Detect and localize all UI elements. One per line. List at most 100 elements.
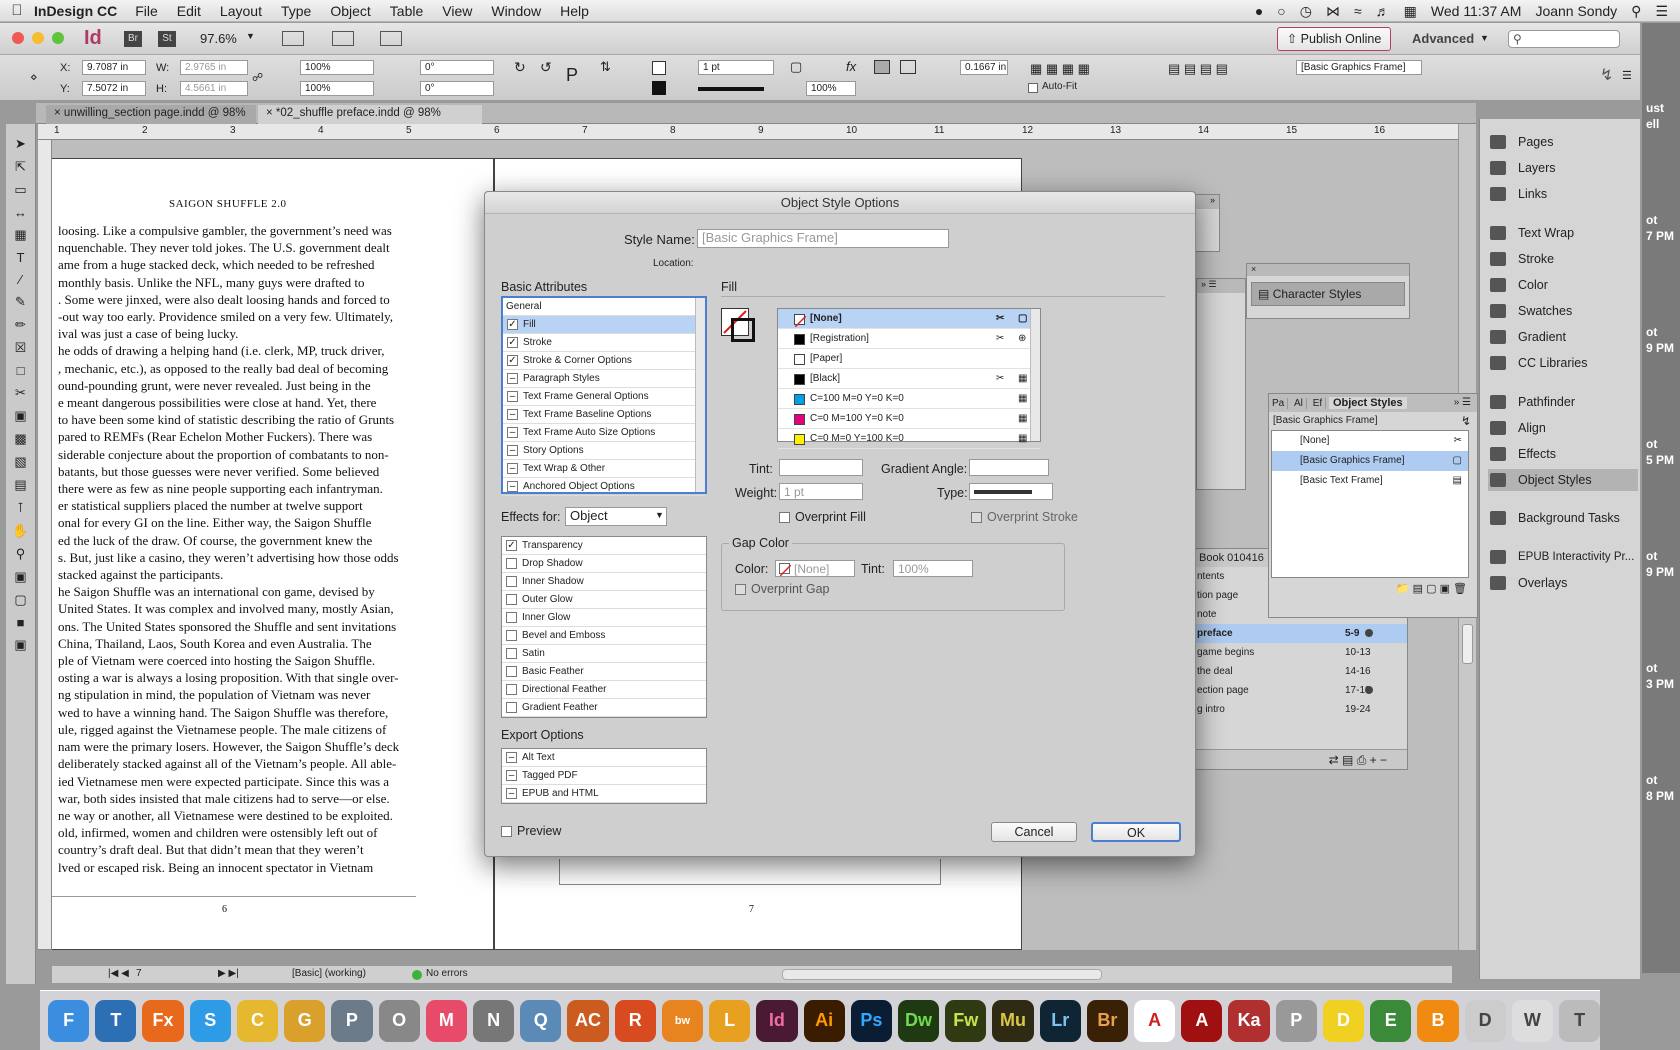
page-navigation-icons[interactable]: |◀ ◀: [108, 968, 129, 979]
object-styles-footer-icons[interactable]: 📁 ▤ ▢ ▣ 🗑: [1269, 578, 1477, 598]
photoshop-dock-icon[interactable]: Ps: [850, 999, 892, 1042]
menu-window[interactable]: Window: [491, 3, 541, 19]
cc-libraries-panel-button[interactable]: CC Libraries: [1488, 352, 1638, 374]
pen-tool-icon[interactable]: ✎: [15, 294, 26, 310]
wifi-icon[interactable]: ≈: [1354, 3, 1362, 19]
gimp-icon[interactable]: G: [284, 999, 326, 1042]
attribute-text-frame-general[interactable]: – Text Frame General Options: [503, 388, 705, 406]
zoom-dropdown-icon[interactable]: ▼: [246, 31, 255, 41]
overprint-fill-checkbox[interactable]: [779, 512, 790, 523]
body-text-frame[interactable]: loosing. Like a compulsive gambler, the …: [58, 222, 399, 876]
ok-button[interactable]: OK: [1091, 822, 1181, 842]
export-checkbox[interactable]: –: [506, 752, 517, 763]
quicktime-icon[interactable]: Q: [520, 999, 562, 1042]
panel-menu-icon[interactable]: ☰: [1622, 69, 1632, 82]
fit-frame-icon[interactable]: [900, 60, 916, 74]
export-alt-text[interactable]: – Alt Text: [502, 749, 706, 767]
page-number-field[interactable]: 7: [136, 968, 142, 979]
content-collector-icon[interactable]: ▦: [14, 227, 26, 243]
finder-icon[interactable]: F: [48, 999, 90, 1042]
swatch-black[interactable]: [Black] ✂ ▦: [778, 369, 1040, 389]
scroll-thumb[interactable]: [1462, 624, 1473, 664]
tint-field[interactable]: [779, 459, 863, 476]
effect-checkbox[interactable]: ✓: [506, 540, 517, 551]
align-panel-button[interactable]: Align: [1488, 417, 1638, 439]
book-item[interactable]: g intro 19-24: [1193, 700, 1407, 719]
attribute-checkbox[interactable]: –: [507, 409, 518, 420]
overlays-panel-button[interactable]: Overlays: [1488, 572, 1638, 594]
flip-horizontal-icon[interactable]: ⇅: [600, 59, 611, 75]
evernote-icon[interactable]: ●: [1255, 3, 1263, 19]
width-field[interactable]: 2.9765 in: [180, 60, 248, 75]
chrome-icon[interactable]: C: [236, 999, 279, 1042]
close-tab-icon[interactable]: ×: [266, 107, 273, 119]
style-item-basic-text-frame[interactable]: [Basic Text Frame] ▤: [1272, 471, 1468, 491]
overprint-stroke-checkbox[interactable]: [971, 512, 982, 523]
attribute-fill[interactable]: ✓ Fill: [503, 316, 705, 334]
stock-button[interactable]: St: [158, 31, 176, 47]
reference-point-icon[interactable]: ⋄: [30, 70, 38, 84]
layers-panel-button[interactable]: Layers: [1488, 157, 1638, 179]
scale-x-field[interactable]: 100%: [300, 60, 374, 75]
color-panel-button[interactable]: Color: [1488, 274, 1638, 296]
effect-checkbox[interactable]: [506, 594, 517, 605]
effect-checkbox[interactable]: [506, 648, 517, 659]
book-item[interactable]: ection page 17-18: [1193, 681, 1407, 700]
gradient-angle-field[interactable]: [969, 459, 1049, 476]
style-item-none[interactable]: [None] ✂: [1272, 431, 1468, 451]
weight-field[interactable]: 1 pt: [779, 483, 863, 500]
tab-align[interactable]: Al: [1291, 398, 1307, 409]
attribute-text-wrap[interactable]: – Text Wrap & Other: [503, 460, 705, 478]
system-preferences-icon[interactable]: N: [472, 999, 515, 1042]
effect-checkbox[interactable]: [506, 612, 517, 623]
trash-icon[interactable]: T: [1559, 999, 1601, 1042]
tab-pages[interactable]: Pa: [1269, 398, 1289, 409]
swatch-registration[interactable]: [Registration] ✂ ⊕: [778, 329, 1040, 349]
effect-checkbox[interactable]: [506, 630, 517, 641]
pathfinder-panel-button[interactable]: Pathfinder: [1488, 391, 1638, 413]
rectangle-tool-icon[interactable]: □: [17, 363, 25, 378]
character-styles-tab[interactable]: ▤ Character Styles: [1251, 282, 1405, 306]
free-transform-tool-icon[interactable]: ▣: [14, 408, 26, 424]
apply-color-icon[interactable]: ■: [17, 615, 25, 630]
illustrator-dock-icon[interactable]: Ai: [803, 999, 845, 1042]
search-input[interactable]: ⚲: [1508, 30, 1620, 48]
recorder-icon[interactable]: R: [614, 999, 656, 1042]
bridge-dock-icon[interactable]: Br: [1086, 999, 1129, 1042]
acrobat-icon[interactable]: A: [1134, 999, 1176, 1042]
screen-mode-tool-icon[interactable]: ▣: [14, 637, 26, 653]
fill-swatch-icon[interactable]: [652, 61, 666, 75]
line-tool-icon[interactable]: ∕: [19, 272, 21, 287]
paragraph-styles-panel[interactable]: » ☰: [1196, 278, 1246, 490]
attribute-text-frame-baseline[interactable]: – Text Frame Baseline Options: [503, 406, 705, 424]
left-page[interactable]: SAIGON SHUFFLE 2.0 loosing. Like a compu…: [52, 158, 494, 950]
tab-effects[interactable]: Ef: [1309, 398, 1327, 409]
object-styles-panel[interactable]: Pa Al Ef Object Styles » ☰ [Basic Graphi…: [1268, 393, 1478, 618]
effect-drop-shadow[interactable]: Drop Shadow: [502, 555, 706, 573]
publish-online-button[interactable]: ⇧ Publish Online: [1277, 27, 1391, 51]
quick-apply-icon[interactable]: ↯: [1461, 412, 1471, 430]
book-item-selected[interactable]: preface 5-9: [1193, 624, 1407, 643]
arrange-documents-icon[interactable]: [380, 31, 402, 46]
attribute-general[interactable]: General: [503, 298, 705, 316]
effect-inner-shadow[interactable]: Inner Shadow: [502, 573, 706, 591]
vertical-ruler[interactable]: [38, 140, 52, 950]
workspace-chevron-icon[interactable]: ▼: [1480, 33, 1489, 43]
apple-menu-icon[interactable]: : [0, 2, 34, 19]
export-epub-html[interactable]: – EPUB and HTML: [502, 785, 706, 803]
volume-icon[interactable]: ♬: [1376, 3, 1390, 19]
book-item[interactable]: the deal 14-16: [1193, 662, 1407, 681]
export-checkbox[interactable]: –: [506, 788, 517, 799]
object-styles-panel-button[interactable]: Object Styles: [1488, 469, 1638, 491]
hand-tool-icon[interactable]: ✋: [12, 523, 28, 539]
attribute-checkbox[interactable]: –: [507, 391, 518, 402]
user-name[interactable]: Joann Sondy: [1535, 3, 1617, 19]
downloads-stack-icon[interactable]: W: [1511, 999, 1553, 1042]
menu-object[interactable]: Object: [330, 3, 370, 19]
align-icons[interactable]: ▦ ▦ ▦ ▦: [1030, 61, 1090, 77]
firefox-icon[interactable]: Fx: [142, 999, 184, 1042]
background-tasks-panel-button[interactable]: Background Tasks: [1488, 507, 1638, 529]
distribute-icons[interactable]: ▤ ▤ ▤ ▤: [1168, 61, 1228, 77]
clock[interactable]: Wed 11:37 AM: [1431, 3, 1522, 19]
effect-satin[interactable]: Satin: [502, 645, 706, 663]
